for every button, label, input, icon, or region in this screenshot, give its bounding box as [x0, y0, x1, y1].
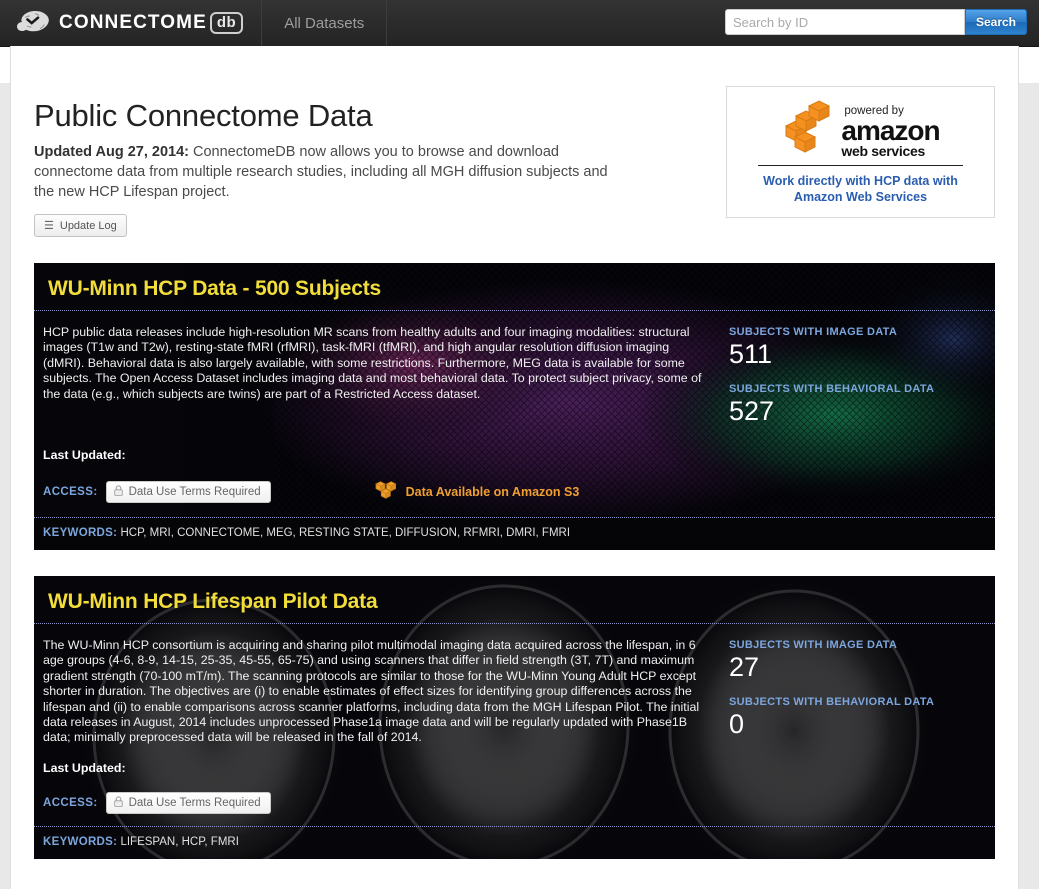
hamburger-icon: ☰: [44, 219, 54, 232]
aws-divider: [758, 165, 963, 166]
data-use-terms-button[interactable]: Data Use Terms Required: [106, 481, 271, 503]
dataset-title: WU-Minn HCP Lifespan Pilot Data: [48, 590, 995, 614]
stat-value-behavioral-data: 0: [729, 709, 981, 740]
panel-body: HCP public data releases include high-re…: [34, 311, 995, 440]
aws-amazon-text: amazon: [841, 117, 939, 144]
brain-icon: [16, 9, 50, 38]
aws-link-line-2: Amazon Web Services: [794, 190, 927, 204]
brand-badge: db: [210, 12, 243, 34]
data-use-terms-button[interactable]: Data Use Terms Required: [106, 792, 271, 814]
dataset-panel[interactable]: WU-Minn HCP Data - 500 Subjects HCP publ…: [34, 263, 995, 550]
keywords-value: LIFESPAN, HCP, FMRI: [120, 836, 238, 848]
stat-label-image-data: SUBJECTS WITH IMAGE DATA: [729, 326, 981, 338]
stat-value-behavioral-data: 527: [729, 396, 981, 427]
keywords-row: KEYWORDS: HCP, MRI, CONNECTOME, MEG, RES…: [34, 517, 995, 550]
keywords-row: KEYWORDS: LIFESPAN, HCP, FMRI: [34, 826, 995, 859]
page-content: Public Connectome Data Updated Aug 27, 2…: [11, 46, 1018, 859]
dataset-panel[interactable]: WU-Minn HCP Lifespan Pilot Data The WU-M…: [34, 576, 995, 859]
panel-body: The WU-Minn HCP consortium is acquiring …: [34, 624, 995, 753]
stat-label-behavioral-data: SUBJECTS WITH BEHAVIORAL DATA: [729, 383, 981, 395]
aws-promo-box: powered by amazon web services Work dire…: [726, 86, 995, 218]
aws-cubes-icon: [781, 96, 839, 159]
stat-value-image-data: 511: [729, 339, 981, 370]
dataset-title: WU-Minn HCP Data - 500 Subjects: [48, 277, 995, 301]
aws-link[interactable]: Work directly with HCP data with Amazon …: [727, 173, 994, 205]
search-area: Search: [725, 9, 1027, 35]
aws-wordmark: powered by amazon web services: [841, 105, 939, 159]
panel-meta: Last Updated: ACCESS: Da: [34, 448, 995, 505]
hero-description: Updated Aug 27, 2014: ConnectomeDB now a…: [34, 142, 624, 202]
keywords-label: KEYWORDS:: [43, 836, 117, 848]
data-use-terms-label: Data Use Terms Required: [129, 486, 261, 498]
aws-webservices-text: web services: [841, 144, 939, 159]
aws-logo: powered by amazon web services: [727, 97, 994, 159]
aws-link-line-1: Work directly with HCP data with: [763, 174, 958, 188]
nav-item-all-datasets[interactable]: All Datasets: [262, 0, 387, 46]
access-label: ACCESS:: [43, 486, 98, 498]
lock-icon: [114, 485, 123, 499]
brand-logo[interactable]: CONNECTOMEdb: [0, 0, 262, 46]
access-row: ACCESS: Data Use Terms Required: [43, 479, 981, 505]
aws-s3-icon: [375, 479, 397, 505]
last-updated-label: Last Updated:: [43, 761, 126, 775]
stat-label-behavioral-data: SUBJECTS WITH BEHAVIORAL DATA: [729, 696, 981, 708]
access-label: ACCESS:: [43, 797, 98, 809]
hero-section: Public Connectome Data Updated Aug 27, 2…: [34, 46, 995, 237]
stat-label-image-data: SUBJECTS WITH IMAGE DATA: [729, 639, 981, 651]
panel-content: WU-Minn HCP Data - 500 Subjects HCP publ…: [34, 263, 995, 550]
data-use-terms-label: Data Use Terms Required: [129, 797, 261, 809]
keywords-label: KEYWORDS:: [43, 527, 117, 539]
update-log-button[interactable]: ☰ Update Log: [34, 214, 127, 237]
keywords-value: HCP, MRI, CONNECTOME, MEG, RESTING STATE…: [120, 527, 570, 539]
last-updated: Last Updated:: [43, 448, 981, 462]
search-input[interactable]: [725, 9, 965, 35]
dataset-description: HCP public data releases include high-re…: [43, 325, 718, 440]
lock-icon: [114, 796, 123, 810]
dataset-stats: SUBJECTS WITH IMAGE DATA 27 SUBJECTS WIT…: [718, 638, 981, 753]
nav-item-label: All Datasets: [284, 15, 364, 32]
top-navbar: CONNECTOMEdb All Datasets Search: [0, 0, 1039, 47]
brand-name: CONNECTOME: [59, 12, 207, 33]
dataset-stats: SUBJECTS WITH IMAGE DATA 511 SUBJECTS WI…: [718, 325, 981, 440]
panel-meta: Last Updated: ACCESS: Da: [34, 761, 995, 814]
last-updated-label: Last Updated:: [43, 448, 126, 462]
stat-value-image-data: 27: [729, 652, 981, 683]
panel-header: WU-Minn HCP Lifespan Pilot Data: [34, 576, 995, 624]
update-log-label: Update Log: [60, 220, 117, 232]
panel-content: WU-Minn HCP Lifespan Pilot Data The WU-M…: [34, 576, 995, 859]
s3-availability[interactable]: Data Available on Amazon S3: [375, 479, 580, 505]
hero-updated-prefix: Updated Aug 27, 2014:: [34, 144, 189, 160]
last-updated: Last Updated:: [43, 761, 981, 775]
panel-header: WU-Minn HCP Data - 500 Subjects: [34, 263, 995, 311]
dataset-description: The WU-Minn HCP consortium is acquiring …: [43, 638, 718, 753]
s3-label: Data Available on Amazon S3: [406, 485, 580, 499]
page-container: Public Connectome Data Updated Aug 27, 2…: [10, 46, 1019, 889]
access-row: ACCESS: Data Use Terms Required: [43, 792, 981, 814]
search-button[interactable]: Search: [965, 9, 1027, 35]
